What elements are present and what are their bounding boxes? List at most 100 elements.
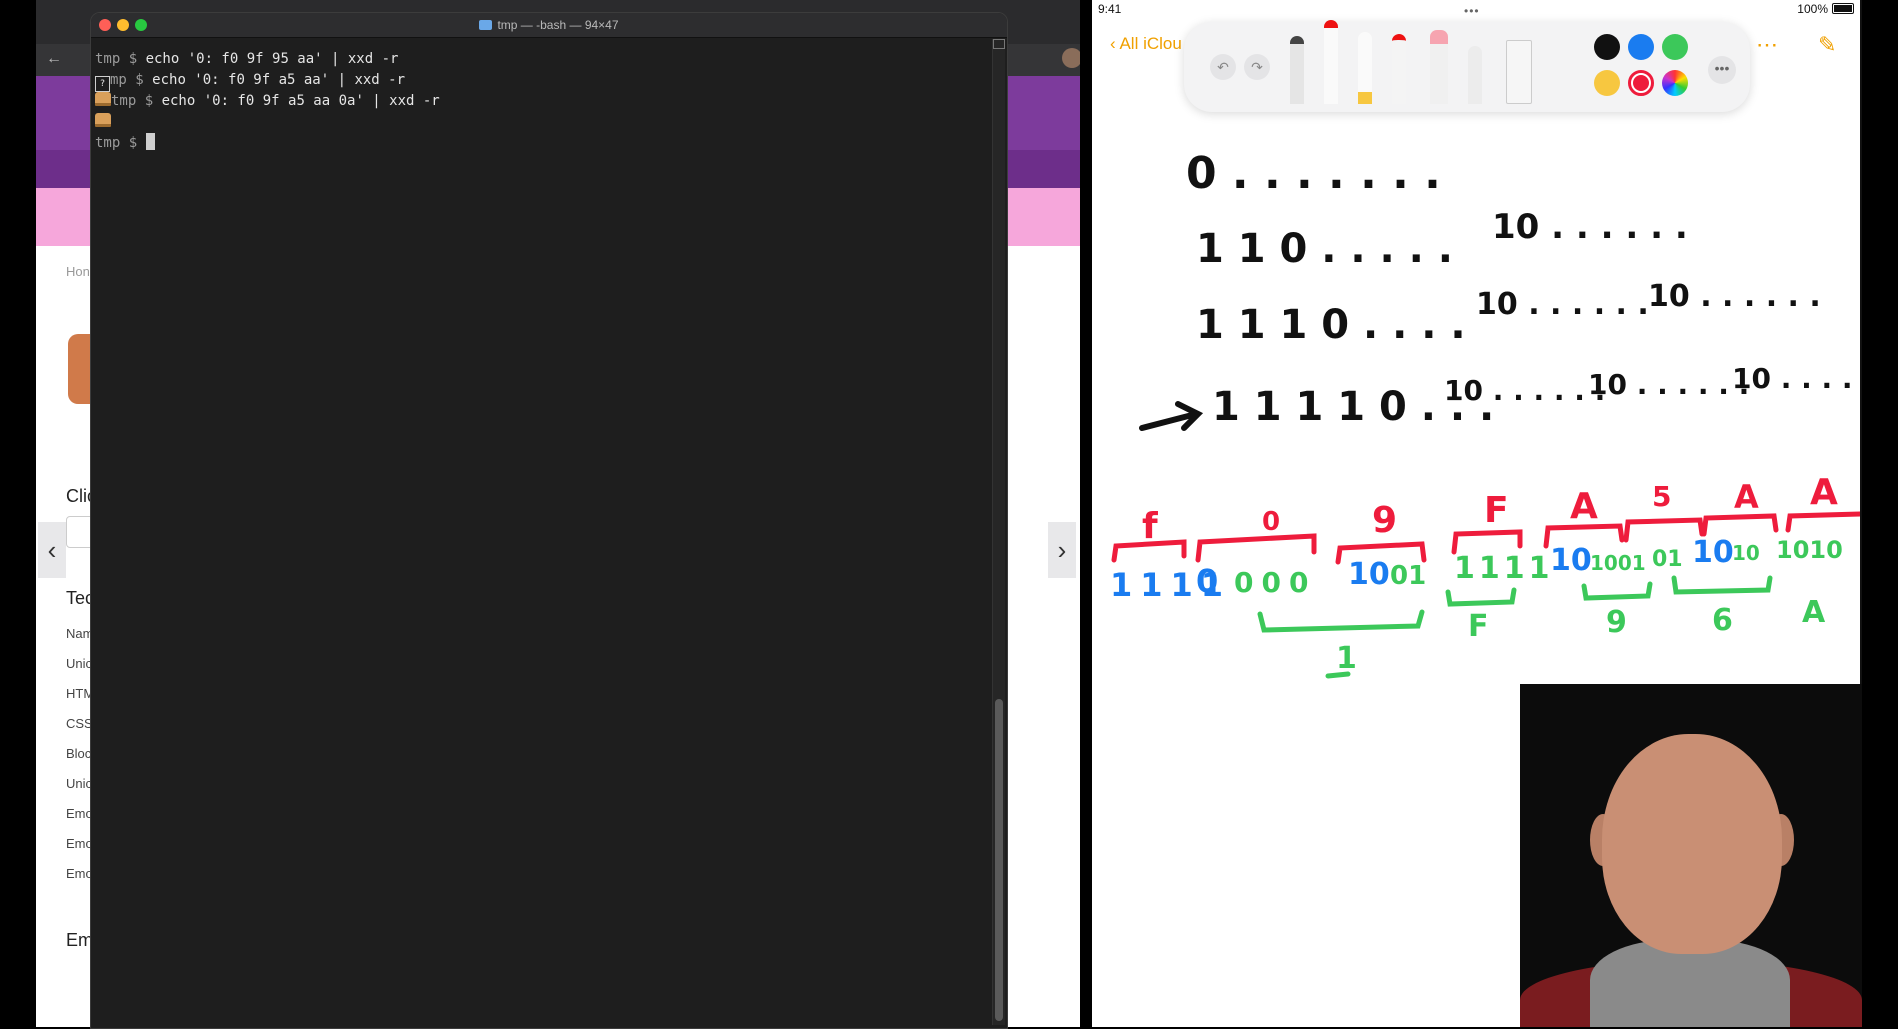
color-green-swatch[interactable] — [1662, 34, 1688, 60]
status-time: 9:41 — [1098, 2, 1122, 16]
more-options-icon[interactable]: ⋯ — [1756, 32, 1778, 58]
note-row1: 0 . . . . . . . — [1186, 148, 1441, 199]
hex-green: 6 — [1712, 603, 1733, 638]
webcam-overlay — [1520, 684, 1862, 1027]
bits-blue: 10 — [1692, 535, 1734, 570]
presenter-face — [1602, 734, 1782, 954]
split-pane-icon[interactable] — [993, 39, 1005, 49]
color-picker-icon[interactable] — [1662, 70, 1688, 96]
status-bar: 9:41 ••• 100% — [1092, 0, 1862, 18]
command: echo '0: f0 9f 95 aa' | xxd -r — [145, 51, 399, 67]
hex-red: 0 — [1262, 507, 1280, 537]
note-row4-c: 10 . . . . . . — [1588, 368, 1749, 401]
terminal-scroll-thumb[interactable] — [995, 699, 1003, 1021]
bits-blue: 0 — [1196, 562, 1218, 600]
hex-red: A — [1734, 478, 1759, 516]
terminal-titlebar[interactable]: tmp — -bash — 94×47 — [91, 13, 1007, 38]
terminal-window[interactable]: tmp — -bash — 94×47 tmp $ echo '0: f0 9f… — [90, 12, 1008, 1029]
table-row: Bloc — [66, 746, 92, 761]
markup-tool-palette[interactable]: ↶ ↷ ••• — [1184, 20, 1750, 112]
hex-green: 9 — [1606, 605, 1627, 640]
note-row4-b: 10 . . . . . . — [1444, 374, 1605, 407]
lasso-tool-icon[interactable] — [1468, 46, 1482, 104]
command: echo '0: f0 9f a5 aa 0a' | xxd -r — [161, 93, 440, 109]
note-row3-a: 1 1 1 0 . . . . — [1196, 302, 1466, 348]
palette-more-icon[interactable]: ••• — [1708, 56, 1736, 84]
profile-avatar[interactable] — [1062, 48, 1080, 68]
note-row2-a: 1 1 0 . . . . . — [1196, 226, 1453, 272]
prompt: tmp $ — [111, 93, 162, 109]
color-black-swatch[interactable] — [1594, 34, 1620, 60]
sandwich-emoji-icon — [95, 113, 111, 127]
compose-icon[interactable]: ✎ — [1818, 32, 1836, 58]
bits-blue: 10 — [1550, 543, 1592, 578]
back-label: All iClou — [1119, 34, 1182, 53]
color-red-swatch-selected[interactable] — [1628, 70, 1654, 96]
note-row4-a: 1 1 1 1 0 . . . — [1212, 384, 1494, 430]
back-button[interactable]: ‹ All iClou — [1110, 34, 1182, 54]
prompt: mp $ — [110, 72, 153, 88]
bits-blue: 1111 — [1110, 566, 1231, 604]
hex-red: A — [1810, 472, 1838, 513]
bits-green: 000 — [1234, 566, 1316, 599]
emoji-heading: Em — [66, 930, 93, 950]
hex-red: 5 — [1652, 480, 1671, 513]
marker-tool-icon[interactable] — [1324, 20, 1338, 104]
ruler-tool-icon[interactable] — [1506, 40, 1532, 104]
terminal-line — [95, 112, 989, 133]
color-blue-swatch[interactable] — [1628, 34, 1654, 60]
status-right: 100% — [1797, 2, 1854, 16]
prev-arrow-button[interactable]: ‹ — [38, 522, 66, 578]
unknown-glyph-icon: ? — [95, 76, 110, 92]
color-yellow-swatch[interactable] — [1594, 70, 1620, 96]
bits-green: 01 — [1390, 561, 1426, 591]
hex-red: F — [1484, 490, 1509, 531]
browser-back-icon[interactable]: ← — [46, 50, 62, 68]
hex-red: A — [1570, 486, 1598, 527]
breadcrumb[interactable]: Hon — [66, 264, 90, 279]
highlighter-tool-icon[interactable] — [1358, 32, 1372, 104]
bits-green: 10 — [1732, 541, 1760, 565]
bits-green: 1001 — [1590, 551, 1646, 575]
bits-green: 1111 — [1454, 551, 1554, 586]
prompt: tmp $ — [95, 51, 146, 67]
next-arrow-button[interactable]: › — [1048, 522, 1076, 578]
table-row: Emo — [66, 806, 93, 821]
table-row: Emo — [66, 836, 93, 851]
table-row: Unic — [66, 656, 93, 671]
folder-icon — [479, 20, 493, 30]
redo-icon[interactable]: ↷ — [1244, 54, 1270, 80]
prompt: tmp $ — [95, 135, 146, 151]
multitask-dots-icon[interactable]: ••• — [1464, 4, 1480, 18]
note-row2-b: 10 . . . . . . — [1492, 207, 1688, 247]
hex-red: f — [1142, 506, 1158, 547]
table-row: Unic — [66, 776, 93, 791]
bits-blue: 10 — [1348, 557, 1390, 592]
sandwich-emoji-icon — [95, 92, 111, 106]
note-row4-d: 10 . . . . . . — [1732, 362, 1862, 395]
terminal-output[interactable]: tmp $ echo '0: f0 9f 95 aa' | xxd -r ? mp… — [95, 49, 989, 154]
hex-green: A — [1802, 595, 1826, 630]
note-row3-b: 10 . . . . . . — [1476, 287, 1649, 322]
pencil-tool-icon[interactable] — [1392, 34, 1406, 104]
table-row: CSS — [66, 716, 93, 731]
hex-green: 1 — [1336, 641, 1357, 676]
pen-tool-icon[interactable] — [1290, 36, 1304, 104]
command: echo '0: f0 9f a5 aa' | xxd -r — [152, 72, 406, 88]
terminal-line: tmp $ echo '0: f0 9f 95 aa' | xxd -r — [95, 49, 989, 70]
arrow-mark — [1139, 401, 1204, 431]
note-row3-c: 10 . . . . . . — [1648, 279, 1821, 314]
terminal-line: ? mp $ echo '0: f0 9f a5 aa' | xxd -r — [95, 70, 989, 92]
table-row: Emo — [66, 866, 93, 881]
eraser-tool-icon[interactable] — [1430, 30, 1448, 104]
terminal-line: tmp $ echo '0: f0 9f a5 aa 0a' | xxd -r — [95, 91, 989, 112]
terminal-title: tmp — -bash — 94×47 — [91, 18, 1007, 32]
undo-icon[interactable]: ↶ — [1210, 54, 1236, 80]
hex-green: F — [1468, 609, 1489, 644]
hex-red: 9 — [1372, 500, 1397, 541]
terminal-title-text: tmp — -bash — 94×47 — [497, 18, 619, 32]
bits-green: 1010 — [1776, 536, 1843, 564]
terminal-line: tmp $ — [95, 133, 989, 154]
text-cursor — [145, 133, 155, 150]
bits-green: 01 — [1652, 547, 1683, 572]
